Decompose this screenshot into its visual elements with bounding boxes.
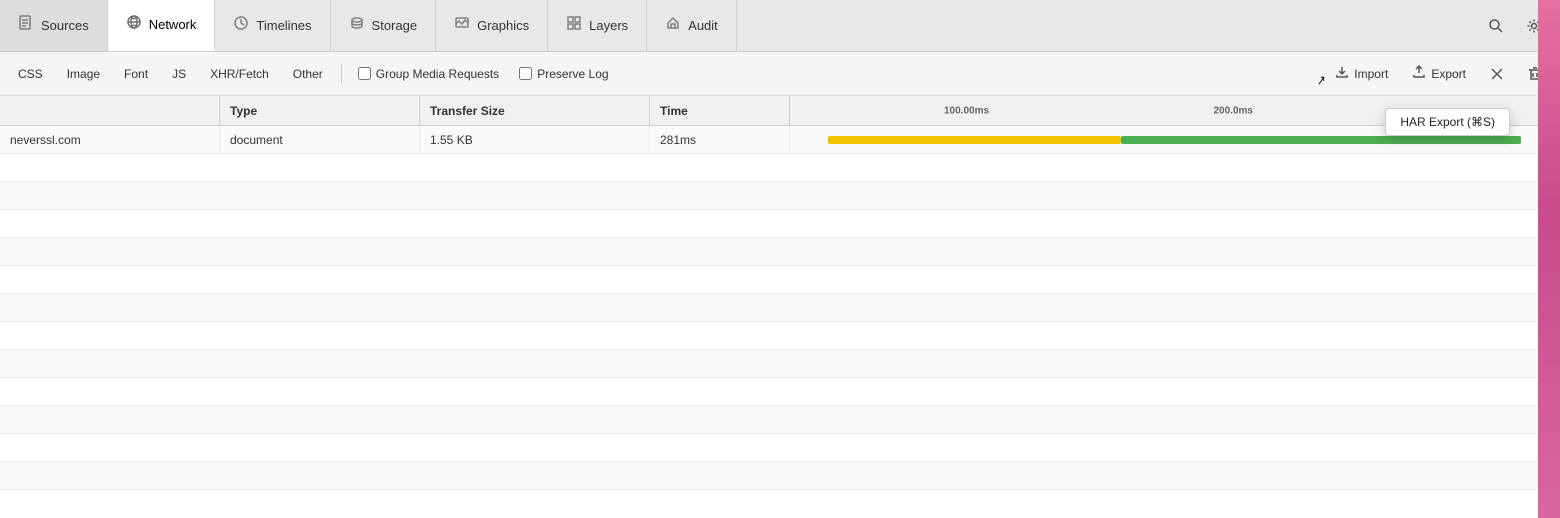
export-icon [1412, 65, 1426, 82]
tooltip-label: HAR Export (⌘S) [1400, 115, 1495, 129]
table-row-empty-12 [0, 462, 1560, 490]
col-header-time[interactable]: Time [650, 96, 790, 125]
tab-graphics-label: Graphics [477, 18, 529, 33]
tab-storage-label: Storage [372, 18, 418, 33]
tab-audit[interactable]: Audit [647, 0, 737, 51]
filter-js[interactable]: JS [162, 64, 196, 84]
table-row-empty-6 [0, 294, 1560, 322]
table-row-empty-8 [0, 350, 1560, 378]
preserve-log-input[interactable] [519, 67, 532, 80]
tab-bar: Sources Network Timelines [0, 0, 1560, 52]
tab-layers-label: Layers [589, 18, 628, 33]
network-icon [126, 14, 142, 35]
filter-other[interactable]: Other [283, 64, 333, 84]
table-row-empty-9 [0, 378, 1560, 406]
tab-network[interactable]: Network [108, 0, 216, 51]
storage-icon [349, 15, 365, 36]
tab-graphics[interactable]: Graphics [436, 0, 548, 51]
table-row-empty-1 [0, 154, 1560, 182]
col-header-transfer[interactable]: Transfer Size [420, 96, 650, 125]
filter-clear-button[interactable] [1480, 64, 1514, 84]
table-row-empty-11 [0, 434, 1560, 462]
cell-name: neverssl.com [0, 126, 220, 153]
table-row-empty-4 [0, 238, 1560, 266]
filter-image[interactable]: Image [57, 64, 110, 84]
tab-sources-label: Sources [41, 18, 89, 33]
table-row-empty-3 [0, 210, 1560, 238]
tab-network-label: Network [149, 17, 197, 32]
audit-icon [665, 15, 681, 36]
group-media-input[interactable] [358, 67, 371, 80]
table-row[interactable]: neverssl.com document 1.55 KB 281ms [0, 126, 1560, 154]
right-accent-bar [1538, 0, 1560, 518]
sources-icon [18, 15, 34, 36]
import-icon [1335, 65, 1349, 82]
table-body: neverssl.com document 1.55 KB 281ms [0, 126, 1560, 518]
table-row-empty-7 [0, 322, 1560, 350]
filter-bar: CSS Image Font JS XHR/Fetch Other Group … [0, 52, 1560, 96]
har-export-tooltip: HAR Export (⌘S) [1385, 108, 1510, 136]
tab-layers[interactable]: Layers [548, 0, 647, 51]
table-row-empty-10 [0, 406, 1560, 434]
table-header-row: Type Transfer Size Time 100.00ms 200.0ms [0, 96, 1560, 126]
tab-sources[interactable]: Sources [0, 0, 108, 51]
filter-css[interactable]: CSS [8, 64, 53, 84]
graphics-icon [454, 15, 470, 36]
tab-timelines[interactable]: Timelines [215, 0, 330, 51]
waterfall-bar-green [1121, 136, 1521, 144]
cell-time: 281ms [650, 126, 790, 153]
filter-separator-1 [341, 64, 342, 84]
export-button[interactable]: Export [1402, 62, 1476, 85]
waterfall-tick-200ms: 200.0ms [1214, 105, 1253, 116]
filter-font[interactable]: Font [114, 64, 158, 84]
col-header-type[interactable]: Type [220, 96, 420, 125]
filter-xhrfetch[interactable]: XHR/Fetch [200, 64, 279, 84]
group-media-checkbox[interactable]: Group Media Requests [350, 64, 507, 84]
table-row-empty-2 [0, 182, 1560, 210]
preserve-log-checkbox[interactable]: Preserve Log [511, 64, 616, 84]
tooltip-content: HAR Export (⌘S) [1385, 108, 1510, 136]
waterfall-tick-100ms: 100.00ms [944, 105, 989, 116]
cell-transfer: 1.55 KB [420, 126, 650, 153]
tab-timelines-label: Timelines [256, 18, 311, 33]
col-header-name[interactable] [0, 96, 220, 125]
layers-icon [566, 15, 582, 36]
table-row-empty-5 [0, 266, 1560, 294]
waterfall-bar-yellow [828, 136, 1120, 144]
network-table: Type Transfer Size Time 100.00ms 200.0ms… [0, 96, 1560, 518]
import-button[interactable]: Import [1325, 62, 1398, 85]
tab-storage[interactable]: Storage [331, 0, 437, 51]
timelines-icon [233, 15, 249, 36]
search-button[interactable] [1480, 10, 1512, 42]
tab-audit-label: Audit [688, 18, 718, 33]
cell-type: document [220, 126, 420, 153]
